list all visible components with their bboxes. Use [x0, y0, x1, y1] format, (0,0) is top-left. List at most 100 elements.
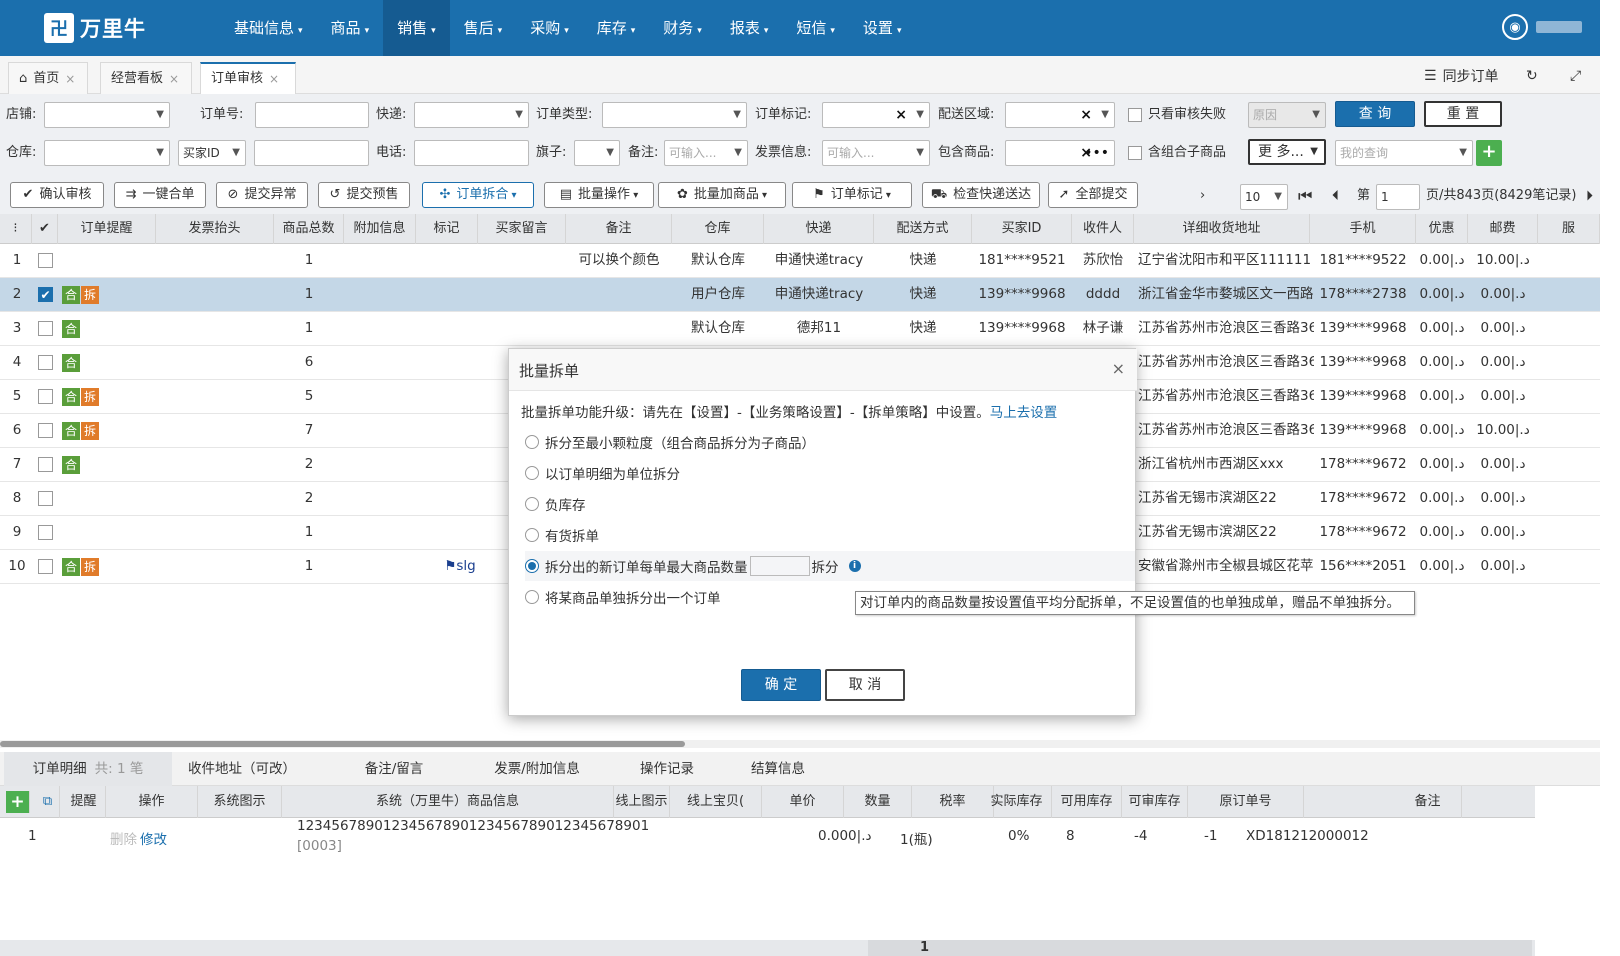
- menu-item-1[interactable]: 商品 ▾: [317, 0, 384, 56]
- toolbar-button-1[interactable]: ⇉ 一键合单: [114, 182, 206, 208]
- warehouse-select[interactable]: ▼: [44, 140, 170, 166]
- user-avatar-icon[interactable]: ◉: [1502, 14, 1528, 40]
- include-combo-checkbox[interactable]: [1128, 146, 1142, 160]
- radio-button[interactable]: [525, 466, 539, 480]
- remark-select[interactable]: 可输入... ▼: [664, 140, 748, 166]
- detail-tab-1[interactable]: 收件地址（可改）: [172, 752, 312, 786]
- row-checkbox[interactable]: [38, 525, 53, 540]
- page-number-input[interactable]: 1: [1376, 184, 1420, 210]
- tab-home[interactable]: ⌂ 首页 ×: [8, 62, 88, 94]
- chevron-right-icon[interactable]: ›: [1200, 184, 1205, 208]
- fullscreen-icon[interactable]: ⤢: [1570, 62, 1581, 90]
- table-row[interactable]: 1 1 可以换个颜色 默认仓库 申通快递tracy 快递 181****9521 苏欣怡 辽宁省…: [0, 244, 1600, 278]
- close-icon[interactable]: ×: [1112, 359, 1125, 378]
- detail-tab-4[interactable]: 操作记录: [622, 752, 712, 786]
- user-menu[interactable]: ◉: [1502, 14, 1582, 40]
- menu-item-3[interactable]: 售后 ▾: [450, 0, 517, 56]
- buyer-id-type-select[interactable]: 买家ID ▼: [178, 140, 246, 166]
- edit-link[interactable]: 修改: [140, 828, 167, 848]
- menu-item-0[interactable]: 基础信息 ▾: [220, 0, 317, 56]
- add-query-button[interactable]: +: [1476, 140, 1502, 166]
- row-checkbox[interactable]: [38, 253, 53, 268]
- horizontal-scrollbar[interactable]: [0, 740, 1600, 748]
- prev-page-icon[interactable]: ⏴: [1332, 184, 1339, 208]
- menu-item-9[interactable]: 设置 ▾: [849, 0, 916, 56]
- close-icon[interactable]: ×: [269, 64, 279, 94]
- menu-item-8[interactable]: 短信 ▾: [782, 0, 849, 56]
- order-no-input[interactable]: [255, 102, 369, 128]
- close-icon[interactable]: ×: [65, 64, 75, 94]
- menu-item-7[interactable]: 报表 ▾: [716, 0, 783, 56]
- split-option-4[interactable]: 拆分出的新订单每单最大商品数量 拆分 i: [525, 551, 1135, 581]
- toolbar-button-6[interactable]: ✿ 批量加商品 ▾: [658, 182, 786, 208]
- copy-icon[interactable]: ⧉: [36, 786, 60, 818]
- detail-tab-3[interactable]: 发票/附加信息: [470, 752, 604, 786]
- radio-button[interactable]: [525, 590, 539, 604]
- my-query-select[interactable]: 我的查询 ▼: [1335, 140, 1473, 166]
- row-checkbox[interactable]: [38, 321, 53, 336]
- menu-item-2[interactable]: 销售 ▾: [383, 0, 450, 56]
- toolbar-button-7[interactable]: ⚑ 订单标记 ▾: [792, 182, 912, 208]
- go-settings-link[interactable]: 马上去设置: [990, 405, 1058, 421]
- row-checkbox[interactable]: [38, 491, 53, 506]
- express-select[interactable]: ▼: [414, 102, 529, 128]
- toolbar-button-8[interactable]: ⛟ 检查快递送达: [922, 182, 1040, 208]
- more-button[interactable]: 更 多... ▼: [1248, 139, 1326, 165]
- toolbar-button-9[interactable]: ➚ 全部提交: [1048, 182, 1138, 208]
- row-checkbox[interactable]: [38, 559, 53, 574]
- row-checkbox[interactable]: [38, 457, 53, 472]
- menu-item-6[interactable]: 财务 ▾: [649, 0, 716, 56]
- detail-tab-5[interactable]: 结算信息: [728, 752, 828, 786]
- first-page-icon[interactable]: ⏮: [1298, 184, 1312, 208]
- add-item-button[interactable]: +: [6, 791, 30, 813]
- phone-input[interactable]: [414, 140, 529, 166]
- radio-button[interactable]: [525, 435, 539, 449]
- sync-orders-button[interactable]: ☰ 同步订单: [1424, 62, 1499, 90]
- page-size-select[interactable]: 10 ▼: [1240, 184, 1288, 210]
- delivery-area-select[interactable]: × ▼: [1005, 102, 1115, 128]
- toolbar-button-4[interactable]: ✣ 订单拆合 ▾: [422, 182, 534, 208]
- detail-tab-2[interactable]: 备注/留言: [334, 752, 454, 786]
- invoice-select[interactable]: 可输入... ▼: [822, 140, 930, 166]
- radio-button[interactable]: [525, 528, 539, 542]
- detail-tab-0[interactable]: 订单明细 共: 1 笔: [4, 752, 172, 786]
- refresh-icon[interactable]: ↻: [1526, 62, 1538, 90]
- cancel-button[interactable]: 取 消: [825, 669, 905, 701]
- row-checkbox[interactable]: [38, 389, 53, 404]
- toolbar-button-2[interactable]: ⊘ 提交异常: [216, 182, 308, 208]
- toolbar-button-0[interactable]: ✔ 确认审核: [10, 182, 104, 208]
- menu-item-5[interactable]: 库存 ▾: [583, 0, 650, 56]
- logo[interactable]: 卍 万里牛: [44, 13, 146, 43]
- reset-button[interactable]: 重 置: [1424, 101, 1502, 127]
- tab-dashboard[interactable]: 经营看板 ×: [100, 62, 192, 94]
- last-page-icon[interactable]: ⏵: [1586, 184, 1593, 208]
- only-failed-checkbox[interactable]: [1128, 108, 1142, 122]
- row-checkbox[interactable]: [38, 355, 53, 370]
- grid-header-cell[interactable]: ⁝: [0, 214, 32, 244]
- toolbar-button-5[interactable]: ▤ 批量操作 ▾: [544, 182, 654, 208]
- close-icon[interactable]: ×: [169, 64, 179, 94]
- shop-select[interactable]: ▼: [44, 102, 170, 128]
- menu-item-4[interactable]: 采购 ▾: [516, 0, 583, 56]
- delete-link[interactable]: 删除: [110, 828, 137, 848]
- scroll-thumb[interactable]: [0, 741, 685, 747]
- toolbar-button-3[interactable]: ↺ 提交预售: [318, 182, 410, 208]
- split-option-2[interactable]: 负库存: [525, 489, 1135, 519]
- radio-button[interactable]: [525, 559, 539, 573]
- table-row[interactable]: 2 ✔ 合拆 1 用户仓库 申通快递tracy 快递 139****9968 dddd 浙江省金华…: [0, 278, 1600, 312]
- query-button[interactable]: 查 询: [1335, 101, 1415, 127]
- include-goods-input[interactable]: × •••: [1005, 140, 1115, 166]
- row-checkbox[interactable]: ✔: [38, 287, 53, 302]
- table-row[interactable]: 3 合 1 默认仓库 德邦11 快递 139****9968 林子谦 江苏省苏州市沧浪区三香路3…: [0, 312, 1600, 346]
- tab-order-audit[interactable]: 订单审核 ×: [200, 62, 296, 94]
- row-checkbox[interactable]: [38, 423, 53, 438]
- split-option-0[interactable]: 拆分至最小颗粒度（组合商品拆分为子商品）: [525, 427, 1135, 457]
- split-option-1[interactable]: 以订单明细为单位拆分: [525, 458, 1135, 488]
- order-mark-select[interactable]: × ▼: [822, 102, 930, 128]
- split-option-3[interactable]: 有货拆单: [525, 520, 1135, 550]
- buyer-id-input[interactable]: [254, 140, 369, 166]
- max-qty-input[interactable]: [749, 556, 810, 576]
- confirm-button[interactable]: 确 定: [741, 669, 821, 701]
- order-type-select[interactable]: ▼: [602, 102, 747, 128]
- flag-select[interactable]: ▼: [574, 140, 620, 166]
